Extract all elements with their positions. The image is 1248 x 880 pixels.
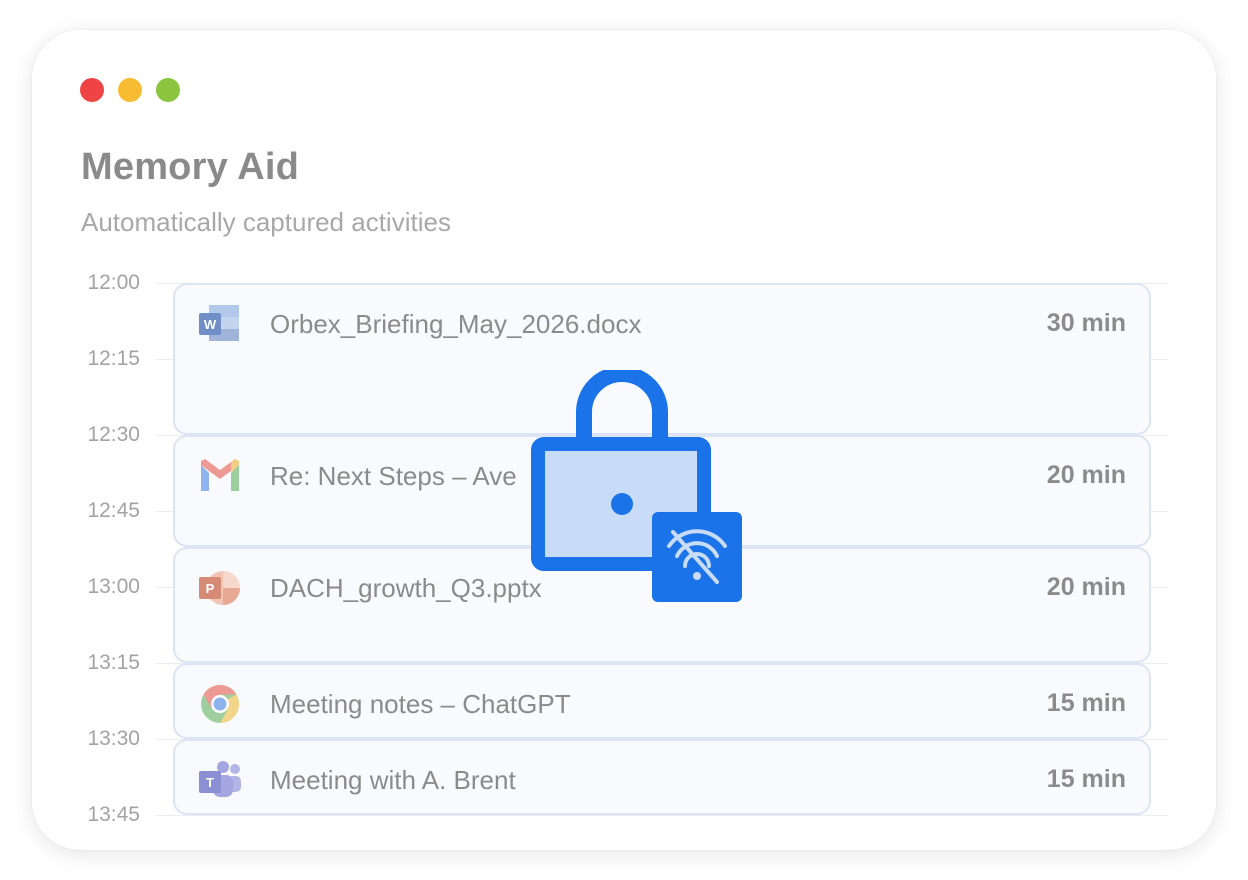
activity-duration: 15 min [1046,765,1126,793]
window-zoom-button[interactable] [156,78,180,102]
time-label: 12:00 [87,271,140,294]
activity-name: Re: Next Steps – Ave [270,461,517,491]
gridline [156,815,1168,816]
gmail-icon [201,459,239,491]
svg-text:P: P [206,581,215,596]
time-label: 13:00 [87,575,140,598]
page-subtitle: Automatically captured activities [81,207,451,237]
activity-duration: 20 min [1046,573,1126,601]
time-label: 12:15 [87,347,140,370]
activity-name: Orbex_Briefing_May_2026.docx [270,309,642,339]
activity-card[interactable]: Meeting notes – ChatGPT 15 min [173,663,1151,739]
activity-name: Meeting with A. Brent [270,765,516,795]
page-title: Memory Aid [81,146,300,188]
time-label: 12:45 [87,499,140,522]
teams-icon: T [199,761,241,797]
time-label: 13:15 [87,651,140,674]
activity-name: DACH_growth_Q3.pptx [270,573,542,603]
time-label: 13:30 [87,727,140,750]
window-close-button[interactable] [80,78,104,102]
window-minimize-button[interactable] [118,78,142,102]
svg-text:T: T [206,775,214,790]
chrome-icon [201,684,240,724]
activity-duration: 15 min [1046,689,1126,717]
time-label: 13:45 [87,803,140,826]
time-label: 12:30 [87,423,140,446]
powerpoint-icon: P [199,571,240,605]
lock-offline-icon [531,370,742,602]
activity-card[interactable]: T Meeting with A. Brent 15 min [173,739,1151,815]
activity-name: Meeting notes – ChatGPT [270,689,571,719]
svg-text:W: W [204,317,217,332]
word-icon: W [199,305,239,341]
activity-duration: 20 min [1046,461,1126,489]
activity-duration: 30 min [1046,309,1126,337]
